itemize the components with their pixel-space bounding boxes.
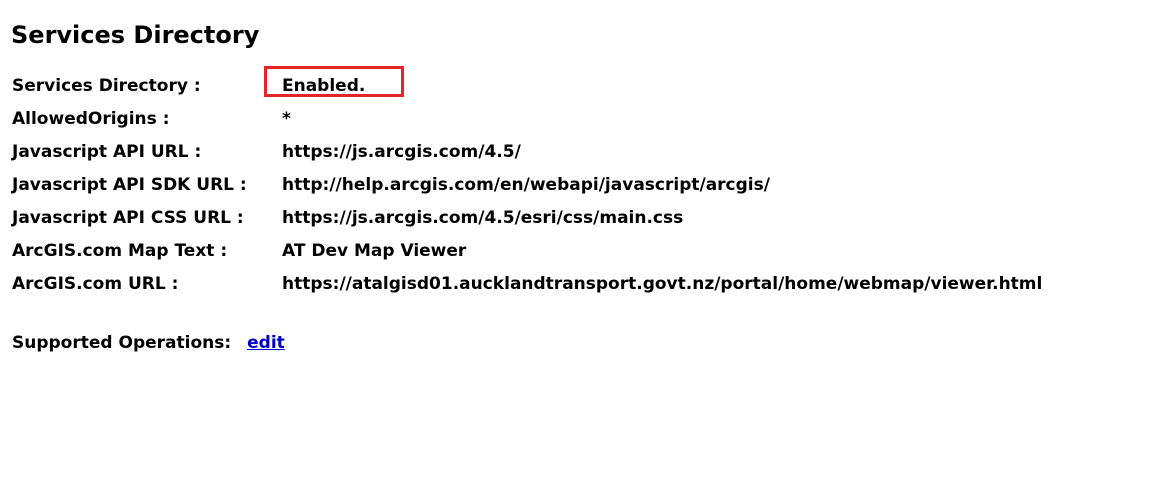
property-value: http://help.arcgis.com/en/webapi/javascr… — [282, 174, 770, 195]
property-row-allowed-origins: AllowedOrigins : * — [12, 102, 1042, 135]
properties-list: Services Directory : Enabled. AllowedOri… — [12, 69, 1042, 300]
property-value: * — [282, 108, 291, 129]
property-row-arcgis-url: ArcGIS.com URL : https://atalgisd01.auck… — [12, 267, 1042, 300]
property-value: https://atalgisd01.aucklandtransport.gov… — [282, 273, 1043, 294]
property-row-services-directory: Services Directory : Enabled. — [12, 69, 1042, 102]
property-value: AT Dev Map Viewer — [282, 240, 467, 261]
property-label: AllowedOrigins : — [12, 108, 170, 129]
supported-operations-label: Supported Operations: — [12, 333, 232, 353]
property-row-js-api-sdk-url: Javascript API SDK URL : http://help.arc… — [12, 168, 1042, 201]
property-row-js-api-url: Javascript API URL : https://js.arcgis.c… — [12, 135, 1042, 168]
highlight-box — [264, 66, 404, 97]
property-row-map-text: ArcGIS.com Map Text : AT Dev Map Viewer — [12, 234, 1042, 267]
property-label: Services Directory : — [12, 75, 201, 96]
property-value: https://js.arcgis.com/4.5/ — [282, 141, 521, 162]
property-label: Javascript API SDK URL : — [12, 174, 247, 195]
property-label: ArcGIS.com Map Text : — [12, 240, 228, 261]
property-label: ArcGIS.com URL : — [12, 273, 179, 294]
edit-link[interactable]: edit — [247, 333, 285, 353]
property-value: https://js.arcgis.com/4.5/esri/css/main.… — [282, 207, 684, 228]
property-label: Javascript API URL : — [12, 141, 202, 162]
property-row-js-api-css-url: Javascript API CSS URL : https://js.arcg… — [12, 201, 1042, 234]
supported-operations: Supported Operations: edit — [12, 329, 285, 357]
page-title: Services Directory — [11, 21, 260, 49]
property-label: Javascript API CSS URL : — [12, 207, 244, 228]
